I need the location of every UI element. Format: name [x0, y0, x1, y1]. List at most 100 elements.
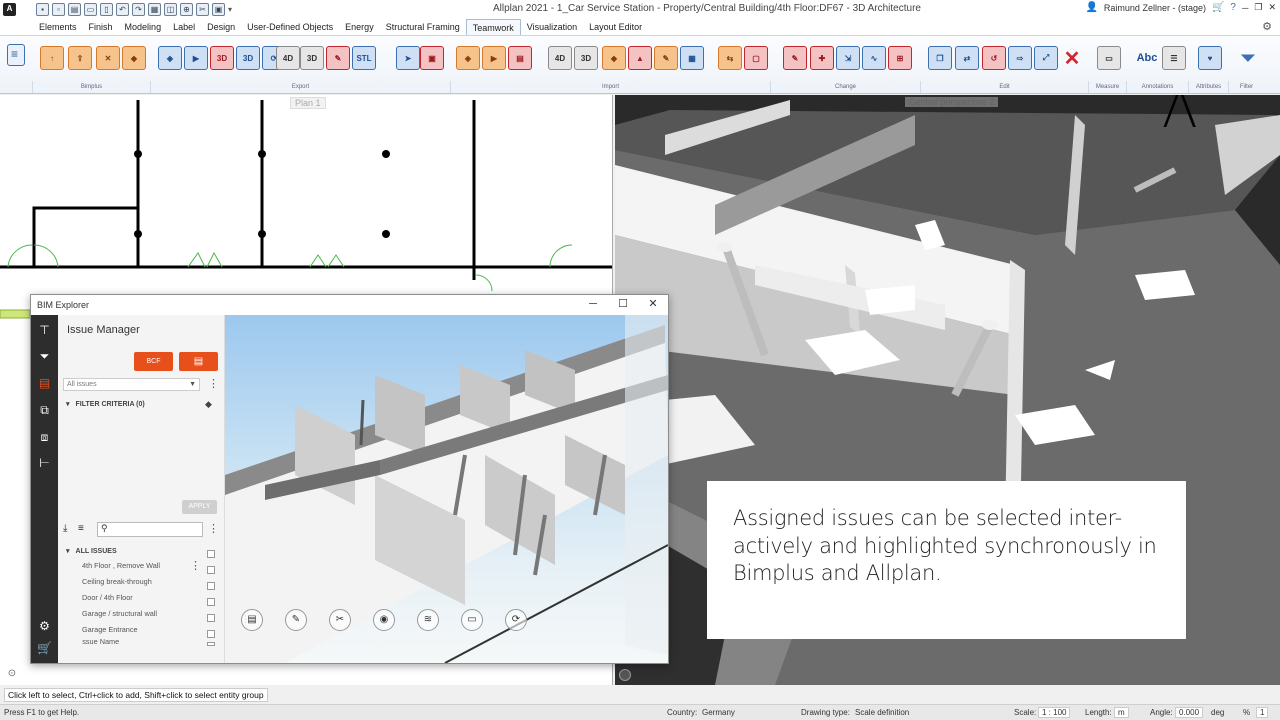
tab-structural-framing[interactable]: Structural Framing	[380, 19, 466, 35]
change-cross-icon[interactable]: ✚	[810, 46, 834, 70]
download-icon[interactable]: ⤓	[63, 523, 67, 534]
redo-icon[interactable]: ↷	[132, 2, 145, 16]
issue-checkbox[interactable]	[207, 598, 215, 606]
open-icon[interactable]: ▫	[52, 2, 65, 16]
issue-row[interactable]: 4th Floor , Remove Wall	[82, 559, 222, 573]
filter-icon[interactable]: ⏷	[1236, 46, 1260, 70]
issue-search-input[interactable]: ⚲	[97, 522, 203, 537]
layers-icon[interactable]: ≋	[417, 609, 439, 631]
export-model-icon[interactable]: ◈	[158, 46, 182, 70]
tools-icon[interactable]: ✂	[196, 2, 209, 16]
export-window-icon[interactable]: ▣	[420, 46, 444, 70]
structure-tree-icon[interactable]: ⊤	[37, 323, 52, 338]
apply-button[interactable]: APPLY	[182, 500, 217, 514]
import-pen-icon[interactable]: ✎	[654, 46, 678, 70]
filter-more-icon[interactable]: ⋮	[208, 379, 219, 390]
issue-filter-select[interactable]: All issues ▼	[63, 378, 200, 391]
export-rhino-icon[interactable]: 3D	[300, 46, 324, 70]
tag-icon[interactable]: ◆	[205, 399, 212, 410]
import-rhino-icon[interactable]: 3D	[574, 46, 598, 70]
drawing-type-value[interactable]: Scale definition	[855, 708, 909, 717]
length-value[interactable]: m	[1114, 707, 1129, 718]
issue-row[interactable]: ▲Issue Name	[82, 638, 222, 646]
issue-checkbox[interactable]	[207, 630, 215, 638]
issue-checkbox[interactable]	[207, 642, 215, 646]
restore-button[interactable]: ❐	[1254, 2, 1262, 13]
issue-row[interactable]: Ceiling break-through	[82, 575, 222, 589]
country-value[interactable]: Germany	[702, 708, 735, 717]
export-stl-icon[interactable]: STL	[352, 46, 376, 70]
percent-value[interactable]: 1	[1256, 707, 1269, 718]
issue-checkbox[interactable]	[207, 614, 215, 622]
cut-tools-icon[interactable]: ✂	[329, 609, 351, 631]
edit-delete-icon[interactable]: ✕	[1060, 46, 1084, 70]
export-folder-icon[interactable]: ▶	[184, 46, 208, 70]
bimplus-upload-icon[interactable]: ↑	[40, 46, 64, 70]
annotation-text-icon[interactable]: Abc	[1135, 46, 1159, 70]
change-line-icon[interactable]: ∿	[862, 46, 886, 70]
edit-move-icon[interactable]: ⇨	[1008, 46, 1032, 70]
list-more-icon[interactable]: ⋮	[208, 524, 219, 535]
undo-icon[interactable]: ↶	[116, 2, 129, 16]
tab-visualization[interactable]: Visualization	[521, 19, 583, 35]
edit-copy-icon[interactable]: ❐	[928, 46, 952, 70]
all-issues-checkbox[interactable]	[207, 550, 215, 558]
sort-icon[interactable]: ≡	[78, 523, 84, 534]
import-model-icon[interactable]: ◈	[456, 46, 480, 70]
tab-layout-editor[interactable]: Layout Editor	[583, 19, 648, 35]
all-issues-header[interactable]: ▾ ALL ISSUES	[66, 547, 117, 555]
import-link-icon[interactable]: ⇆	[718, 46, 742, 70]
tab-finish[interactable]: Finish	[83, 19, 119, 35]
bim-explorer-titlebar[interactable]: BIM Explorer ─ ☐ ✕	[31, 295, 668, 315]
attributes-icon[interactable]: ♥	[1198, 46, 1222, 70]
measure-ruler-icon[interactable]: ▭	[1097, 46, 1121, 70]
export-pen-icon[interactable]: ✎	[326, 46, 350, 70]
bim-cart-icon[interactable]: 🛒	[37, 641, 52, 656]
allplan-logo-icon[interactable]: A	[3, 2, 16, 16]
import-triangle-icon[interactable]: ▲	[628, 46, 652, 70]
export-3d-icon[interactable]: 3D	[210, 46, 234, 70]
tab-label[interactable]: Label	[167, 19, 201, 35]
issue-row[interactable]: Door / 4th Floor	[82, 591, 222, 605]
help-icon[interactable]: ?	[1230, 2, 1236, 13]
import-4d-icon[interactable]: 4D	[548, 46, 572, 70]
change-join-icon[interactable]: ⊞	[888, 46, 912, 70]
tab-teamwork[interactable]: Teamwork	[465, 19, 521, 35]
layer-icon[interactable]: ▦	[148, 2, 161, 16]
rotate-icon[interactable]: ⟳	[505, 609, 527, 631]
issue-row[interactable]: Garage Entrance	[82, 623, 222, 637]
import-frame-icon[interactable]: ▢	[744, 46, 768, 70]
annotation-list-icon[interactable]: ☰	[1162, 46, 1186, 70]
minimize-button[interactable]: ─	[1242, 3, 1248, 13]
edit-mirror-icon[interactable]: ⇄	[955, 46, 979, 70]
export-4d-icon[interactable]: 4D	[276, 46, 300, 70]
model-compare-icon[interactable]: ⧉	[37, 403, 52, 418]
tab-elements[interactable]: Elements	[33, 19, 83, 35]
paste-icon[interactable]: ▯	[100, 2, 113, 16]
customize-icon[interactable]: ▾	[228, 5, 232, 14]
issue-row[interactable]: Garage / structural wall	[82, 607, 222, 621]
issue-checkbox[interactable]	[207, 582, 215, 590]
bim-close-button[interactable]: ✕	[643, 297, 663, 311]
cart-icon[interactable]: 🛒	[1212, 2, 1224, 13]
tab-energy[interactable]: Energy	[339, 19, 380, 35]
user-name[interactable]: Raimund Zellner - (stage)	[1104, 3, 1206, 13]
change-eraser-icon[interactable]: ✎	[783, 46, 807, 70]
new-issue-button[interactable]: ▤	[179, 352, 218, 371]
bcf-button[interactable]: BCF	[134, 352, 173, 371]
bimplus-sync-icon[interactable]: ✕	[96, 46, 120, 70]
close-button[interactable]: ✕	[1268, 2, 1276, 13]
bim-settings-icon[interactable]: ⚙	[37, 619, 52, 634]
export-arrow-icon[interactable]: ➤	[396, 46, 420, 70]
camera-icon[interactable]: ▭	[461, 609, 483, 631]
bim-minimize-button[interactable]: ─	[583, 297, 603, 311]
tab-design[interactable]: Design	[201, 19, 241, 35]
bim-maximize-button[interactable]: ☐	[613, 297, 633, 311]
snap-icon[interactable]: ⊙	[0, 668, 24, 684]
clipboard-icon[interactable]: ▤	[241, 609, 263, 631]
angle-value[interactable]: 0.000	[1175, 707, 1204, 718]
navigation-cube-icon[interactable]	[619, 669, 631, 681]
import-grid-icon[interactable]: ▦	[680, 46, 704, 70]
change-move-icon[interactable]: ⇲	[836, 46, 860, 70]
import-folder-icon[interactable]: ▶	[482, 46, 506, 70]
